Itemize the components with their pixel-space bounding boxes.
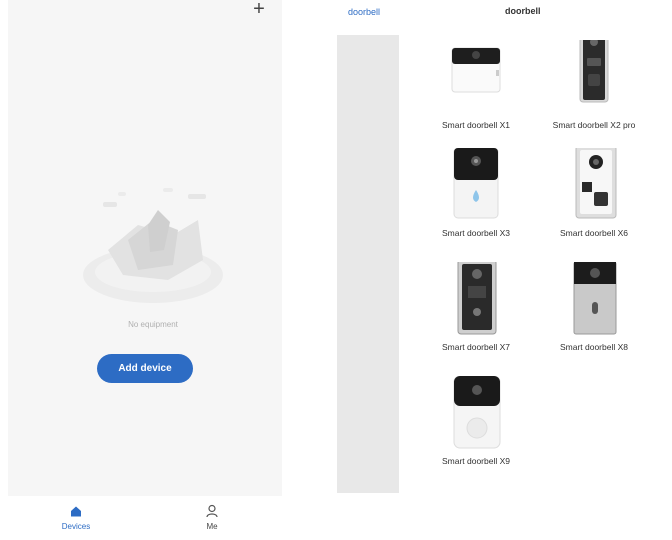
product-name: Smart doorbell X3: [441, 228, 511, 238]
home-icon: [71, 506, 81, 517]
product-card-x2-pro[interactable]: Smart doorbell X2 pro: [534, 40, 654, 130]
plus-icon[interactable]: +: [251, 0, 267, 19]
doorbell-x1-image: [451, 47, 501, 93]
doorbell-x7-image: [457, 262, 497, 335]
category-sidebar: [337, 35, 399, 493]
product-card-x7[interactable]: Smart doorbell X7: [416, 262, 536, 352]
nav-label-devices: Devices: [61, 522, 91, 531]
nav-label-me: Me: [206, 522, 218, 531]
sidebar-item-doorbell[interactable]: doorbell: [348, 7, 380, 17]
product-name: Smart doorbell X8: [559, 342, 629, 352]
device-list-screen: + No equipment: [8, 0, 282, 496]
product-card-x3[interactable]: Smart doorbell X3: [416, 148, 536, 238]
doorbell-x6-image: [575, 148, 617, 219]
nav-item-me[interactable]: Me: [182, 504, 242, 531]
product-name: Smart doorbell X2 pro: [552, 120, 636, 130]
doorbell-x8-image: [573, 262, 617, 335]
product-name: Smart doorbell X7: [441, 342, 511, 352]
doorbell-x9-image: [453, 376, 501, 449]
empty-state-text: No equipment: [128, 320, 178, 329]
section-title: doorbell: [505, 6, 541, 16]
product-card-x6[interactable]: Smart doorbell X6: [534, 148, 654, 238]
product-name: Smart doorbell X1: [441, 120, 511, 130]
product-card-x9[interactable]: Smart doorbell X9: [416, 376, 536, 466]
bottom-nav: Devices Me: [8, 496, 282, 540]
person-icon: [206, 504, 218, 518]
product-card-x8[interactable]: Smart doorbell X8: [534, 262, 654, 352]
product-card-x1[interactable]: Smart doorbell X1: [416, 40, 536, 130]
nav-item-devices[interactable]: Devices: [46, 504, 106, 531]
product-name: Smart doorbell X6: [559, 228, 629, 238]
empty-state-illustration: [83, 188, 223, 303]
doorbell-x3-image: [453, 148, 499, 219]
product-name: Smart doorbell X9: [441, 456, 511, 466]
doorbell-x2-pro-image: [579, 40, 609, 103]
add-device-button[interactable]: Add device: [97, 354, 193, 383]
